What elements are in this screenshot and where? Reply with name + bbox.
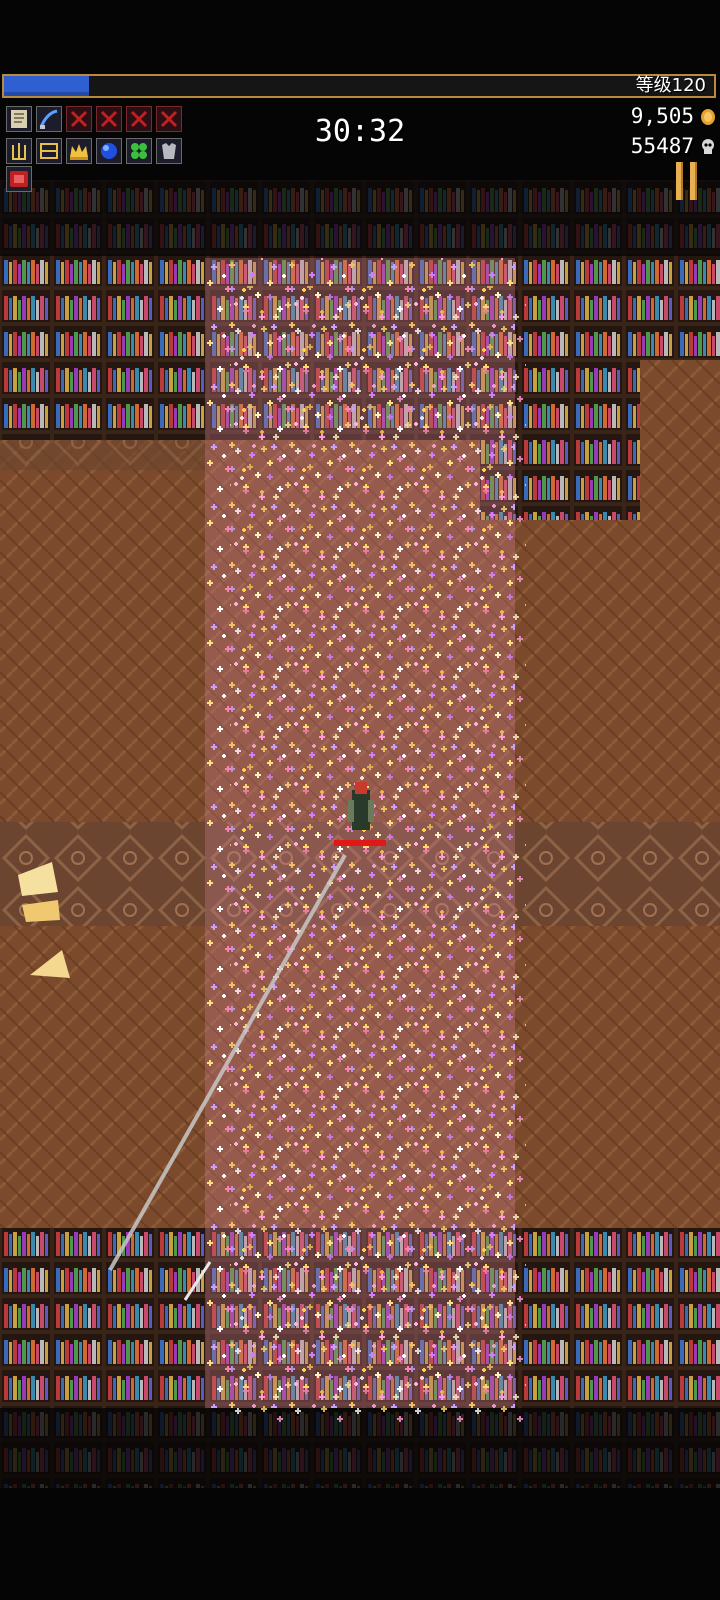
kill-counter: 55487 bbox=[631, 134, 694, 158]
kill-value: 55487 bbox=[630, 134, 694, 158]
gold-value: 9,505 bbox=[630, 104, 694, 128]
game-scene bbox=[0, 0, 720, 1600]
pause-icon bbox=[676, 162, 683, 200]
gold-counter: 9,505 bbox=[631, 104, 694, 128]
coin-icon bbox=[701, 109, 715, 125]
survival-timer: 30:32 bbox=[314, 114, 406, 149]
experience-bar: 等级120 bbox=[2, 74, 716, 98]
red-relic-icon bbox=[6, 166, 32, 192]
pause-button[interactable] bbox=[676, 162, 700, 200]
extra-slots bbox=[6, 166, 32, 192]
experience-fill bbox=[4, 76, 90, 96]
level-label: 等级120 bbox=[635, 75, 706, 96]
pause-icon-bar bbox=[690, 162, 697, 200]
skull-icon bbox=[702, 139, 714, 154]
